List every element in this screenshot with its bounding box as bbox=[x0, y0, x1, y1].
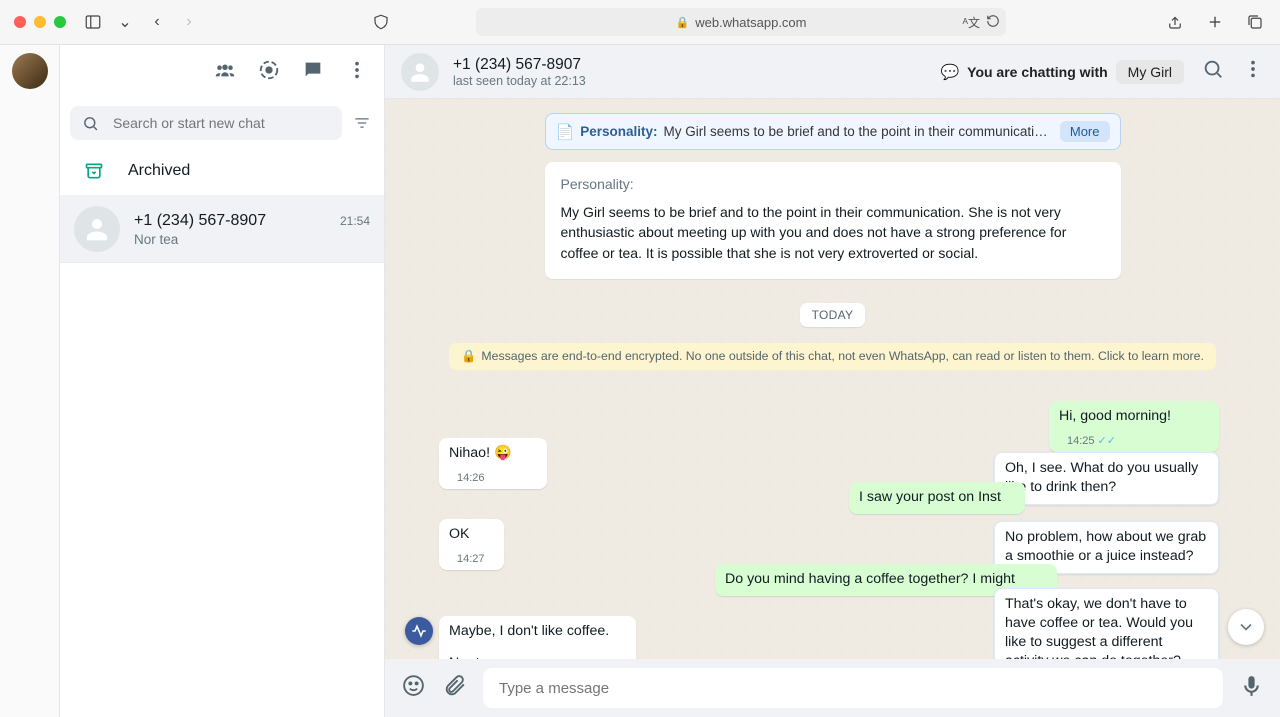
chat-menu-icon[interactable] bbox=[1242, 58, 1264, 85]
message-text: I saw your post on Inst bbox=[859, 489, 1001, 505]
message-bubble[interactable]: OK 14:27 bbox=[439, 519, 504, 570]
sidebar-toggle-icon[interactable] bbox=[82, 11, 104, 33]
filter-icon[interactable] bbox=[350, 111, 374, 135]
ai-personality-banner: 📄 Personality: My Girl seems to be brief… bbox=[545, 113, 1121, 150]
personality-title: Personality: bbox=[561, 176, 1105, 192]
archived-label: Archived bbox=[128, 162, 190, 180]
banner-text: My Girl seems to be brief and to the poi… bbox=[663, 124, 1053, 139]
read-ticks-icon: ✓✓ bbox=[1098, 434, 1116, 449]
chatting-with-chip[interactable]: My Girl bbox=[1116, 60, 1184, 84]
message-text: Hi, good morning! bbox=[1059, 408, 1171, 424]
date-pill: TODAY bbox=[800, 303, 866, 327]
forward-button: › bbox=[178, 11, 200, 33]
reload-icon[interactable] bbox=[986, 14, 1000, 31]
account-strip bbox=[0, 45, 60, 717]
chat-header-name: +1 (234) 567-8907 bbox=[453, 56, 586, 74]
dropdown-icon[interactable]: ⌄ bbox=[114, 11, 136, 33]
encryption-text: Messages are end-to-end encrypted. No on… bbox=[481, 349, 1203, 363]
translate-icon[interactable]: ᴬ文 bbox=[963, 14, 980, 31]
message-bubble[interactable]: Nihao! 😜 14:26 bbox=[439, 438, 547, 489]
mic-icon[interactable] bbox=[1239, 673, 1264, 703]
maximize-window-button[interactable] bbox=[54, 16, 66, 28]
minimize-window-button[interactable] bbox=[34, 16, 46, 28]
scroll-down-button[interactable] bbox=[1228, 609, 1264, 645]
message-bubble[interactable]: Nor tea14:31 bbox=[439, 648, 532, 659]
chat-header-info[interactable]: +1 (234) 567-8907 last seen today at 22:… bbox=[453, 56, 586, 88]
message-bubble[interactable]: Oh, I see. What do you usually like to d… bbox=[994, 452, 1219, 505]
menu-icon[interactable] bbox=[346, 59, 368, 86]
encryption-note[interactable]: 🔒 Messages are end-to-end encrypted. No … bbox=[449, 343, 1216, 370]
browser-toolbar: ⌄ ‹ › 🔒 web.whatsapp.com ᴬ文 bbox=[0, 0, 1280, 45]
new-tab-icon[interactable] bbox=[1204, 11, 1226, 33]
address-bar[interactable]: 🔒 web.whatsapp.com ᴬ文 bbox=[476, 8, 1006, 36]
emoji-icon[interactable] bbox=[401, 673, 426, 703]
message-stack: Hi, good morning! 14:25 ✓✓ Nihao! 😜 14:26 Oh… bbox=[439, 386, 1226, 647]
chat-header-avatar[interactable] bbox=[401, 53, 439, 91]
message-bubble[interactable]: Hi, good morning! 14:25 ✓✓ bbox=[1049, 401, 1219, 452]
personality-body: My Girl seems to be brief and to the poi… bbox=[561, 202, 1105, 263]
search-chat-icon[interactable] bbox=[1202, 58, 1224, 85]
chat-header: +1 (234) 567-8907 last seen today at 22:… bbox=[385, 45, 1280, 99]
contact-avatar bbox=[74, 206, 120, 252]
search-row bbox=[60, 99, 384, 147]
messages-area: 📄 Personality: My Girl seems to be brief… bbox=[385, 99, 1280, 659]
chat-panel: +1 (234) 567-8907 last seen today at 22:… bbox=[385, 45, 1280, 717]
message-text: Nor tea bbox=[449, 655, 496, 659]
chat-header-status: last seen today at 22:13 bbox=[453, 74, 586, 88]
chat-item-name: +1 (234) 567-8907 bbox=[134, 212, 266, 230]
app-body: Archived +1 (234) 567-8907 21:54 Nor tea… bbox=[0, 45, 1280, 717]
window-controls bbox=[14, 16, 66, 28]
search-box[interactable] bbox=[70, 106, 342, 140]
compose-bar bbox=[385, 659, 1280, 717]
chat-list-item[interactable]: +1 (234) 567-8907 21:54 Nor tea bbox=[60, 196, 384, 263]
message-text: Oh, I see. What do you usually like to d… bbox=[1005, 460, 1198, 495]
back-button[interactable]: ‹ bbox=[146, 11, 168, 33]
banner-label: Personality: bbox=[580, 124, 657, 139]
chat-item-time: 21:54 bbox=[340, 214, 370, 228]
chat-item-preview: Nor tea bbox=[134, 232, 370, 247]
personality-box: Personality: My Girl seems to be brief a… bbox=[545, 162, 1121, 279]
message-bubble[interactable]: That's okay, we don't have to have coffe… bbox=[994, 588, 1219, 659]
archive-icon bbox=[84, 161, 104, 181]
archived-row[interactable]: Archived bbox=[60, 147, 384, 196]
shield-icon[interactable] bbox=[370, 11, 392, 33]
chatting-with-row: 💬 You are chatting with My Girl bbox=[940, 60, 1184, 84]
search-icon bbox=[82, 115, 99, 132]
status-icon[interactable] bbox=[258, 59, 280, 86]
message-text: That's okay, we don't have to have coffe… bbox=[1005, 596, 1193, 659]
share-icon[interactable] bbox=[1164, 11, 1186, 33]
tabs-icon[interactable] bbox=[1244, 11, 1266, 33]
chat-bubble-icon: 💬 bbox=[940, 63, 959, 81]
banner-more-button[interactable]: More bbox=[1060, 121, 1110, 142]
message-input[interactable] bbox=[483, 668, 1223, 708]
document-icon: 📄 bbox=[556, 123, 575, 141]
sidebar-header bbox=[60, 45, 384, 99]
search-input[interactable] bbox=[113, 115, 330, 131]
new-chat-icon[interactable] bbox=[302, 59, 324, 86]
account-avatar[interactable] bbox=[12, 53, 48, 89]
message-text: Maybe, I don't like coffee. bbox=[449, 623, 609, 639]
lock-icon: 🔒 bbox=[676, 16, 690, 29]
chatting-with-label: You are chatting with bbox=[967, 64, 1108, 80]
message-text: Do you mind having a coffee together? I … bbox=[725, 571, 1015, 587]
message-text: OK bbox=[449, 526, 470, 542]
lock-icon: 🔒 bbox=[461, 349, 476, 364]
message-text: No problem, how about we grab a smoothie… bbox=[1005, 529, 1206, 564]
communities-icon[interactable] bbox=[214, 59, 236, 86]
message-text: Nihao! 😜 bbox=[449, 445, 512, 461]
message-time: 14:26 bbox=[457, 471, 485, 486]
chats-sidebar: Archived +1 (234) 567-8907 21:54 Nor tea bbox=[60, 45, 385, 717]
message-time: 14:27 bbox=[457, 552, 485, 567]
attach-icon[interactable] bbox=[442, 673, 467, 703]
close-window-button[interactable] bbox=[14, 16, 26, 28]
message-time: 14:25 ✓✓ bbox=[1067, 434, 1116, 449]
url-text: web.whatsapp.com bbox=[695, 15, 806, 30]
ai-pulse-button[interactable] bbox=[405, 617, 433, 645]
message-bubble[interactable]: I saw your post on Inst bbox=[849, 482, 1025, 514]
